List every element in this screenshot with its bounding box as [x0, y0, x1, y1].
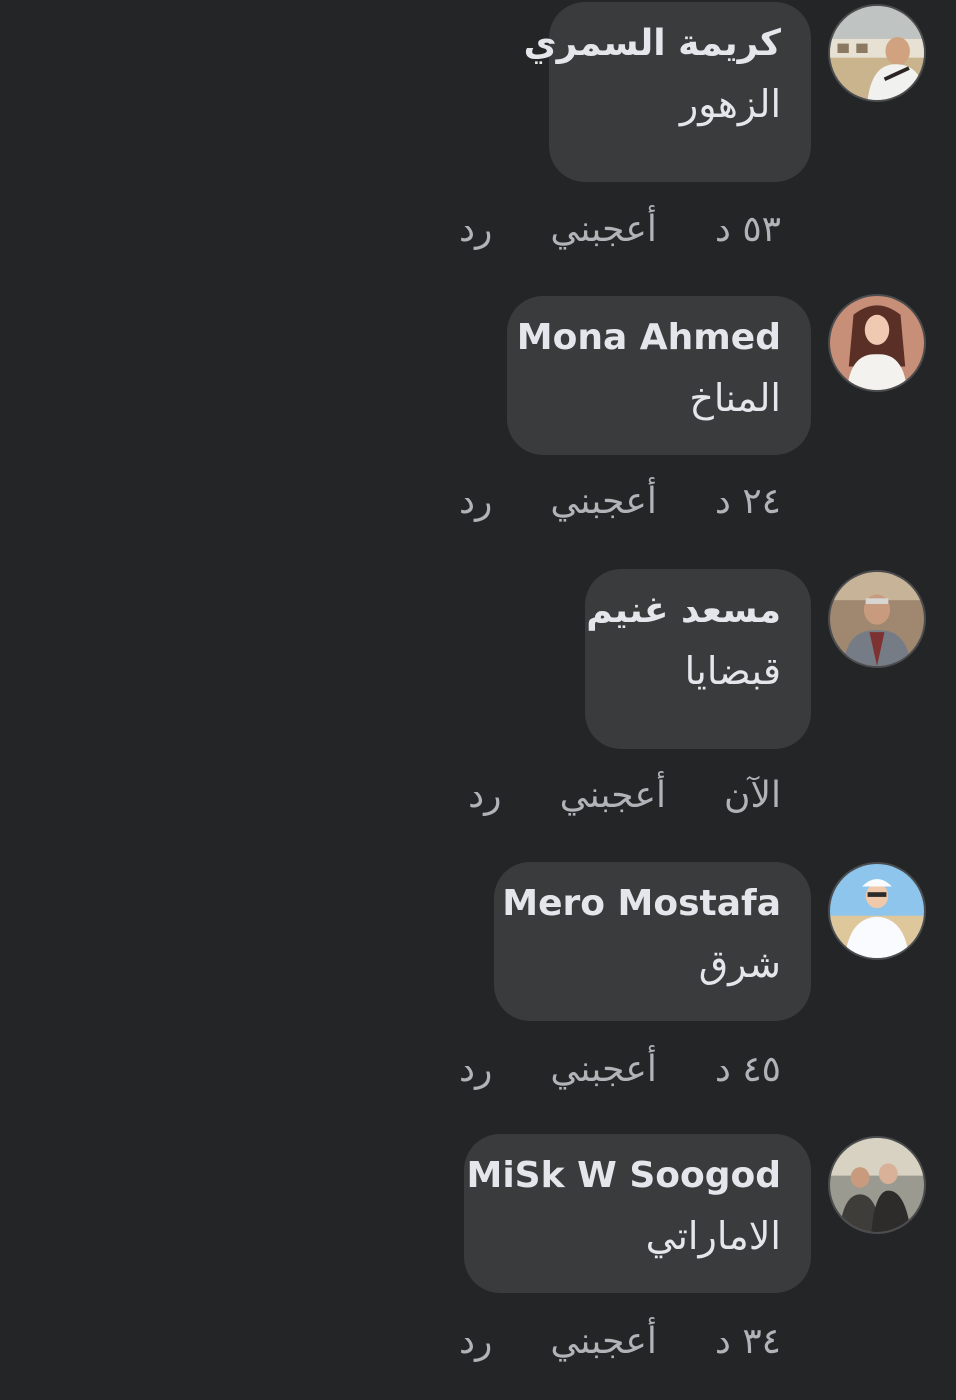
reply-button[interactable]: رد — [459, 1046, 492, 1094]
comment-actions: ٤٥ د أعجبني رد — [459, 1046, 781, 1094]
avatar[interactable] — [828, 862, 926, 960]
comment-item: كريمة السمري الزهور ٥٣ د أعجبني رد — [0, 0, 956, 260]
comment-actions: ٥٣ د أعجبني رد — [459, 206, 781, 254]
like-button[interactable]: أعجبني — [550, 1318, 656, 1366]
comment-item: مسعد غنيم قبضايا الآن أعجبني رد — [0, 566, 956, 826]
comment-bubble: MiSk W Soogod الاماراتي — [464, 1134, 811, 1293]
like-button[interactable]: أعجبني — [550, 206, 656, 254]
comment-item: MiSk W Soogod الاماراتي ٣٤ د أعجبني رد — [0, 1132, 956, 1392]
comment-item: Mona Ahmed المناخ ٢٤ د أعجبني رد — [0, 290, 956, 550]
avatar[interactable] — [828, 570, 926, 668]
comment-text: قبضايا — [684, 649, 781, 693]
comment-text: الاماراتي — [645, 1214, 781, 1258]
reply-button[interactable]: رد — [459, 1318, 492, 1366]
avatar-photo-beach-icon — [830, 864, 924, 958]
avatar-photo-woman-icon — [830, 296, 924, 390]
comment-time[interactable]: ٥٣ د — [715, 206, 781, 254]
comment-actions: ٢٤ د أعجبني رد — [459, 478, 781, 526]
comment-time[interactable]: الآن — [724, 772, 781, 820]
avatar-photo-man-icon — [830, 572, 924, 666]
comment-time[interactable]: ٤٥ د — [715, 1046, 781, 1094]
avatar[interactable] — [828, 4, 926, 102]
comment-author[interactable]: مسعد غنيم — [586, 587, 781, 635]
like-button[interactable]: أعجبني — [550, 478, 656, 526]
comment-bubble: مسعد غنيم قبضايا — [585, 569, 811, 749]
comment-item: Mero Mostafa شرق ٤٥ د أعجبني رد — [0, 858, 956, 1118]
comment-text: شرق — [698, 942, 781, 986]
reply-button[interactable]: رد — [459, 478, 492, 526]
reply-button[interactable]: رد — [468, 772, 501, 820]
comment-actions: ٣٤ د أعجبني رد — [459, 1318, 781, 1366]
comment-actions: الآن أعجبني رد — [468, 772, 781, 820]
like-button[interactable]: أعجبني — [550, 1046, 656, 1094]
comment-text: الزهور — [679, 82, 781, 126]
comment-bubble: Mero Mostafa شرق — [494, 862, 811, 1021]
avatar-photo-mecca-icon — [830, 6, 924, 100]
comment-text: المناخ — [689, 376, 781, 420]
comment-author[interactable]: Mero Mostafa — [502, 880, 781, 928]
like-button[interactable]: أعجبني — [560, 772, 666, 820]
avatar-photo-group-icon — [830, 1138, 924, 1232]
comment-author[interactable]: MiSk W Soogod — [467, 1152, 781, 1200]
comment-time[interactable]: ٣٤ د — [715, 1318, 781, 1366]
comment-time[interactable]: ٢٤ د — [715, 478, 781, 526]
comment-bubble: Mona Ahmed المناخ — [507, 296, 811, 455]
comment-author[interactable]: Mona Ahmed — [517, 314, 781, 362]
comment-bubble: كريمة السمري الزهور — [524, 2, 811, 182]
avatar[interactable] — [828, 294, 926, 392]
avatar[interactable] — [828, 1136, 926, 1234]
comment-author[interactable]: كريمة السمري — [524, 20, 781, 68]
reply-button[interactable]: رد — [459, 206, 492, 254]
